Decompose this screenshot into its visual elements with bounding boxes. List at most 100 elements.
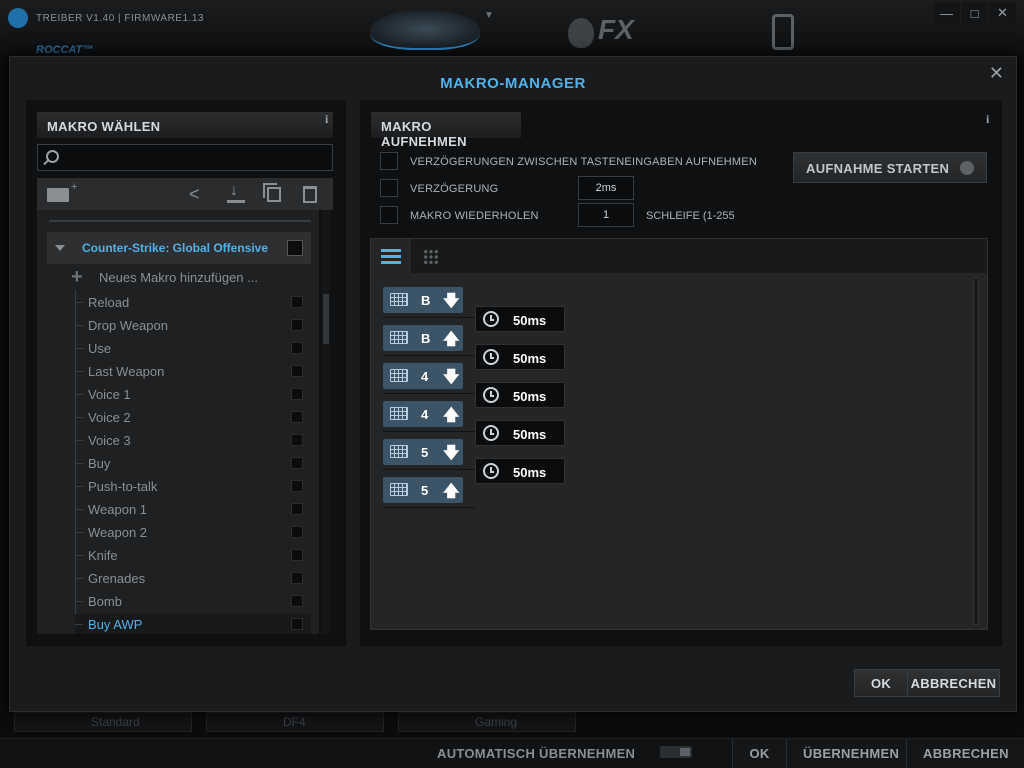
tree-branch <box>75 371 83 372</box>
info-icon[interactable]: i <box>325 112 328 127</box>
delay-block[interactable]: 50ms <box>475 458 565 484</box>
key-event-block[interactable]: 5 🡅 <box>383 477 475 508</box>
close-icon[interactable]: ✕ <box>989 63 1004 84</box>
macro-checkbox[interactable] <box>291 411 303 423</box>
keyboard-icon <box>390 293 408 306</box>
delay-block[interactable]: 50ms <box>475 420 565 446</box>
new-folder-icon[interactable] <box>47 181 77 202</box>
macro-checkbox[interactable] <box>291 595 303 607</box>
repeat-input[interactable]: 1 <box>578 203 634 227</box>
macro-list-item[interactable]: Grenades <box>75 568 311 590</box>
minimize-icon[interactable]: — <box>932 2 960 24</box>
macro-checkbox[interactable] <box>291 365 303 377</box>
footer-apply-button[interactable]: ÜBERNEHMEN <box>786 739 906 768</box>
macro-label: Knife <box>88 548 118 563</box>
macro-checkbox[interactable] <box>291 296 303 308</box>
macro-list-item[interactable]: Weapon 2 <box>75 522 311 544</box>
macro-checkbox[interactable] <box>291 526 303 538</box>
device-dropdown-icon[interactable]: ▼ <box>484 10 494 21</box>
macro-list-item[interactable]: Use <box>75 338 311 360</box>
list-view-icon-line <box>381 261 401 264</box>
arrow-down-icon: 🡇 <box>443 369 460 386</box>
macro-group-row[interactable]: Counter-Strike: Global Offensive <box>47 232 311 264</box>
mouse-image[interactable] <box>370 10 480 50</box>
macro-label: Push-to-talk <box>88 479 158 494</box>
macro-manager-dialog: MAKRO-MANAGER ✕ MAKRO WÄHLEN i < Counter… <box>9 56 1017 712</box>
macro-list-item[interactable]: Weapon 1 <box>75 499 311 521</box>
view-tabs <box>371 239 987 273</box>
macro-list-item[interactable]: Buy AWP <box>75 614 311 634</box>
profile-slot[interactable]: Standard <box>14 712 192 732</box>
footer-ok-button[interactable]: OK <box>732 739 786 768</box>
macro-list-item[interactable]: Knife <box>75 545 311 567</box>
record-macro-header: MAKRO AUFNEHMEN <box>371 112 521 149</box>
record-delays-checkbox[interactable] <box>380 152 398 170</box>
auto-apply-toggle[interactable] <box>660 746 692 758</box>
copy-icon[interactable] <box>263 183 281 202</box>
macro-list-item[interactable]: Voice 1 <box>75 384 311 406</box>
macro-list-item[interactable]: Last Weapon <box>75 361 311 383</box>
profile-slot[interactable]: Gaming <box>398 712 576 732</box>
start-recording-button[interactable]: AUFNAHME STARTEN <box>793 152 987 183</box>
brand-text: ROCCAT™ <box>36 44 94 56</box>
delay-input[interactable]: 2ms <box>578 176 634 200</box>
search-icon <box>46 150 59 163</box>
group-checkbox[interactable] <box>287 240 303 256</box>
download-icon[interactable] <box>227 182 245 203</box>
profile-slot[interactable]: DF4 <box>206 712 384 732</box>
repeat-checkbox[interactable] <box>380 206 398 224</box>
close-window-icon[interactable]: ✕ <box>988 2 1016 24</box>
info-icon[interactable]: i <box>986 112 989 127</box>
key-event-block[interactable]: 4 🡇 <box>383 363 475 394</box>
macro-checkbox[interactable] <box>291 549 303 561</box>
profile-strip: Standard DF4 Gaming <box>14 712 1014 732</box>
key-event-block[interactable]: 4 🡅 <box>383 401 475 432</box>
macro-list-item[interactable]: Drop Weapon <box>75 315 311 337</box>
macro-list-item[interactable]: Bomb <box>75 591 311 613</box>
ok-button[interactable]: OK <box>854 669 908 697</box>
macro-checkbox[interactable] <box>291 457 303 469</box>
grid-view-icon[interactable] <box>423 249 439 265</box>
macro-list-item[interactable]: Push-to-talk <box>75 476 311 498</box>
share-icon[interactable]: < <box>189 185 207 203</box>
tree-branch <box>75 509 83 510</box>
tree-branch <box>75 417 83 418</box>
macro-list-scrollbar[interactable] <box>322 210 330 634</box>
macro-checkbox[interactable] <box>291 319 303 331</box>
key-event-block[interactable]: 5 🡇 <box>383 439 475 470</box>
macro-checkbox[interactable] <box>291 480 303 492</box>
delay-block[interactable]: 50ms <box>475 306 565 332</box>
key-event-block[interactable]: B 🡅 <box>383 325 475 356</box>
repeat-range-label: SCHLEIFE (1-255 <box>646 210 735 222</box>
start-recording-label: AUFNAHME STARTEN <box>806 161 950 176</box>
tree-branch <box>75 325 83 326</box>
macro-checkbox[interactable] <box>291 618 303 630</box>
list-view-tab[interactable] <box>371 239 411 273</box>
select-macro-header: MAKRO WÄHLEN <box>37 112 333 138</box>
trash-icon[interactable] <box>303 186 317 203</box>
macro-list-item[interactable]: Voice 3 <box>75 430 311 452</box>
macro-checkbox[interactable] <box>291 503 303 515</box>
delay-block[interactable]: 50ms <box>475 382 565 408</box>
maximize-icon[interactable]: □ <box>960 2 988 24</box>
macro-search-input[interactable] <box>37 144 333 171</box>
footer-cancel-button[interactable]: ABBRECHEN <box>906 739 1024 768</box>
phone-icon[interactable] <box>772 14 794 50</box>
macro-checkbox[interactable] <box>291 342 303 354</box>
cancel-button[interactable]: ABBRECHEN <box>908 669 1000 697</box>
app-title: TREIBER V1.40 | FIRMWARE1.13 <box>36 13 204 24</box>
delay-checkbox[interactable] <box>380 179 398 197</box>
macro-checkbox[interactable] <box>291 434 303 446</box>
delay-block[interactable]: 50ms <box>475 344 565 370</box>
chevron-down-icon[interactable] <box>55 245 65 251</box>
macro-list-item[interactable]: Reload <box>75 292 311 314</box>
macro-label: Weapon 2 <box>88 525 148 540</box>
sequence-scrollbar[interactable] <box>973 277 979 625</box>
macro-checkbox[interactable] <box>291 388 303 400</box>
macro-checkbox[interactable] <box>291 572 303 584</box>
macro-list-item[interactable]: Buy <box>75 453 311 475</box>
macro-list-item[interactable]: Voice 2 <box>75 407 311 429</box>
alienfx-icon[interactable] <box>568 18 594 48</box>
key-event-block[interactable]: B 🡇 <box>383 287 475 318</box>
select-macro-panel: MAKRO WÄHLEN i < Counter-Strike: Global … <box>26 100 346 646</box>
